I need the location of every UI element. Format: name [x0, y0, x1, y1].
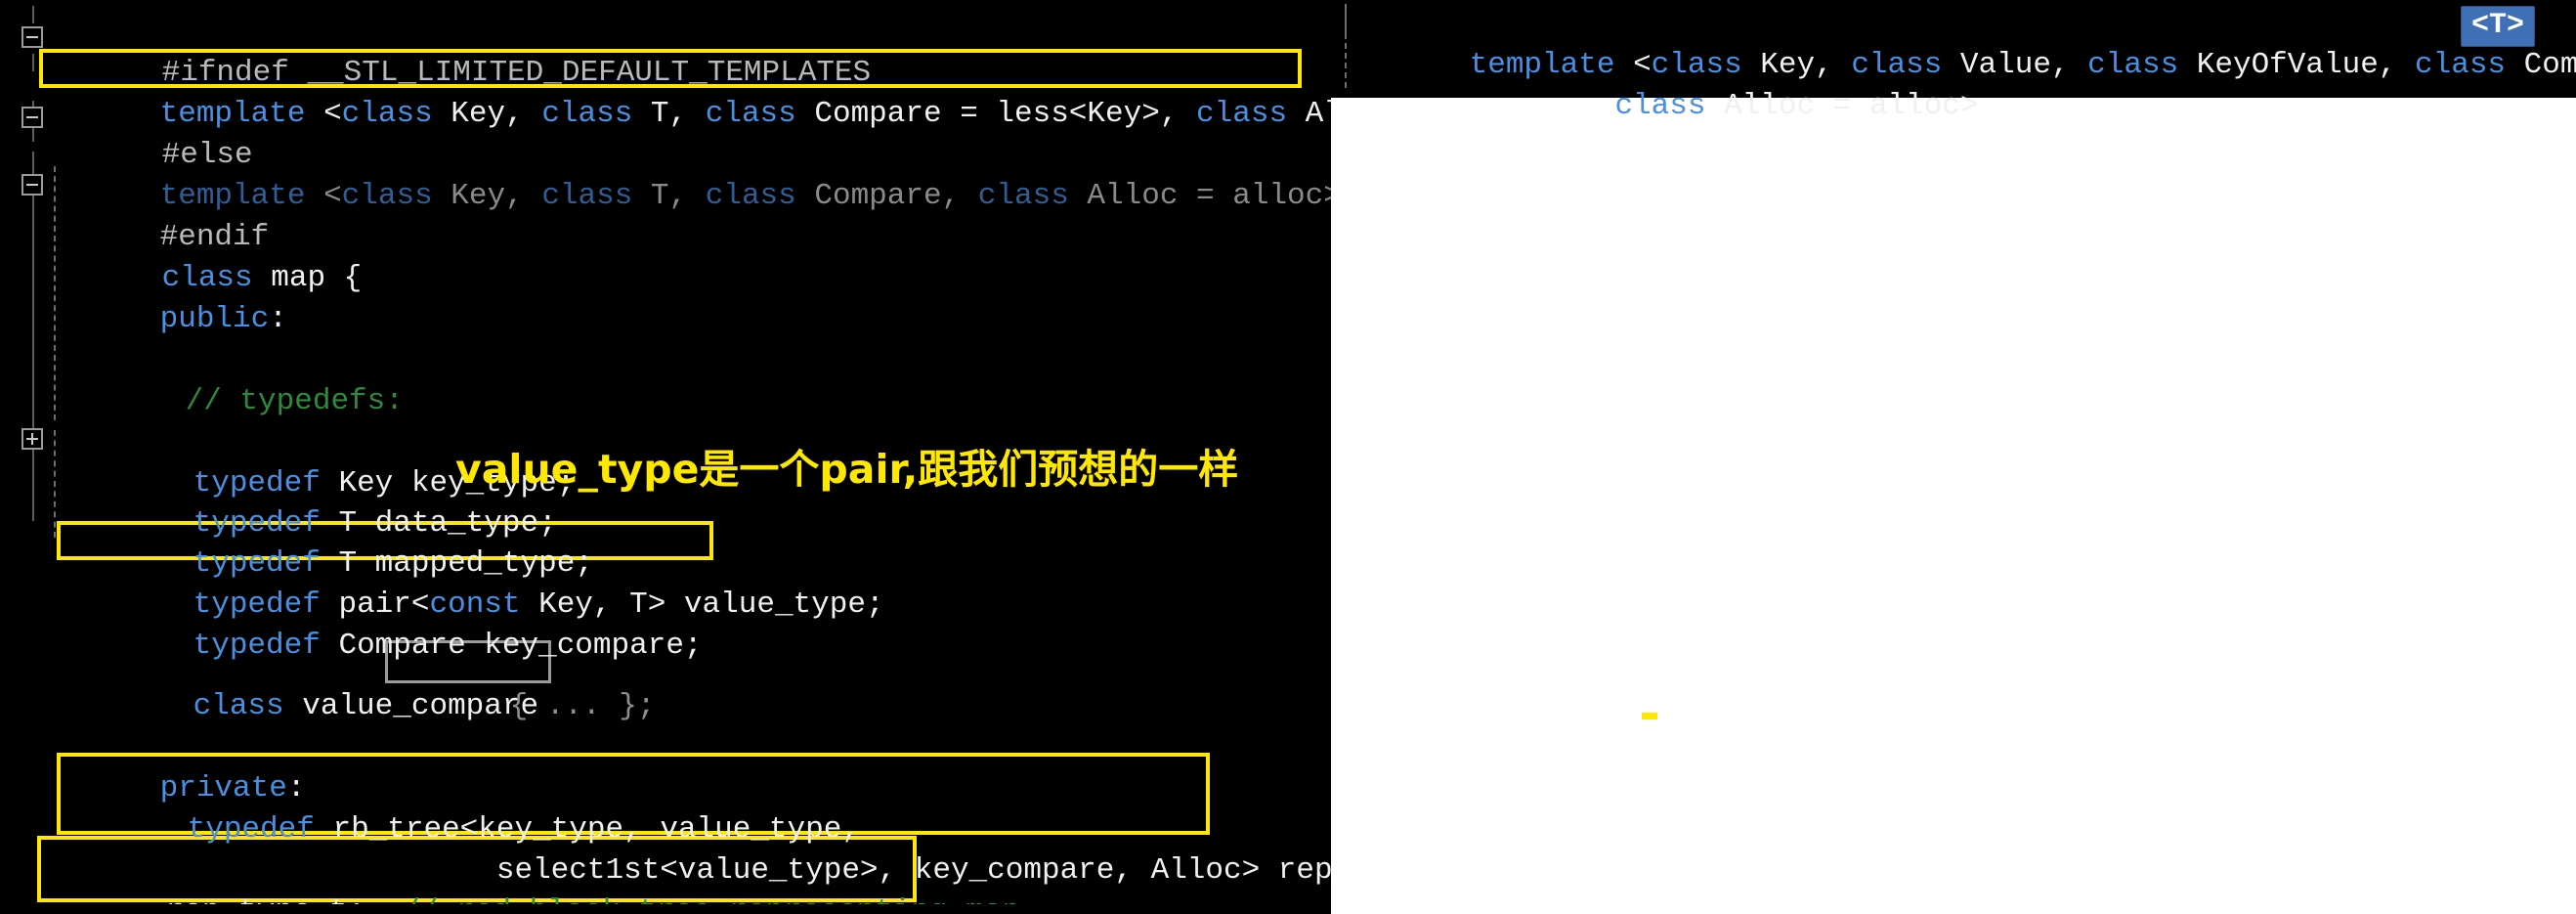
- screenshot-root: #ifndef __STL_LIMITED_DEFAULT_TEMPLATES …: [0, 0, 2576, 914]
- code-token: class: [2087, 48, 2179, 82]
- code-token: T,: [632, 179, 706, 213]
- code-editor-left-pane[interactable]: #ifndef __STL_LIMITED_DEFAULT_TEMPLATES …: [0, 0, 1331, 914]
- fold-toggle-class-map[interactable]: [21, 174, 43, 196]
- code-token: :: [269, 302, 287, 336]
- value-type-annotation: value_type是一个pair,跟我们预想的一样: [455, 446, 1239, 493]
- code-token: // typedefs:: [185, 384, 404, 418]
- code-token: Key,: [432, 97, 542, 131]
- template-param-badge[interactable]: <T>: [2461, 6, 2536, 47]
- code-token: KeyOfValue,: [2178, 48, 2416, 82]
- fold-toggle-ifndef[interactable]: [21, 26, 43, 48]
- code-token: Alloc = alloc>: [1705, 89, 1979, 123]
- code-token: Compare,: [2523, 48, 2576, 82]
- indent-guide-ifndef: [32, 54, 34, 71]
- code-token: class: [705, 97, 796, 131]
- code-token: class: [193, 689, 284, 723]
- code-token: <: [323, 97, 342, 131]
- code-token: class: [541, 179, 633, 213]
- code-token: class: [2415, 48, 2507, 82]
- code-token: class: [977, 179, 1069, 213]
- indent-guide-outer: [32, 6, 34, 23]
- right-code-line-alloc[interactable]: class Alloc = alloc>: [1360, 45, 1979, 168]
- code-token: Compare,: [795, 179, 978, 213]
- code-token: class: [1614, 89, 1706, 123]
- yellow-marker-dot: [1642, 713, 1657, 719]
- collapsed-body-text[interactable]: { ... };: [401, 645, 656, 768]
- indent-guide-members-dotted: [54, 430, 56, 538]
- right-indent-guide-dotted: [1345, 43, 1347, 88]
- code-token: Key,: [432, 179, 542, 213]
- fold-toggle-else[interactable]: [21, 107, 43, 128]
- code-token: class: [541, 97, 633, 131]
- code-token: Alloc = alloc>: [1305, 97, 1331, 131]
- code-token: Alloc = alloc>: [1068, 179, 1331, 213]
- right-indent-guide: [1345, 4, 1347, 39]
- code-token: class: [705, 179, 796, 213]
- code-token: <: [323, 179, 342, 213]
- code-token: { ... };: [509, 689, 656, 723]
- code-token: T,: [632, 97, 706, 131]
- code-token: public: [159, 302, 270, 336]
- code-token: class: [1196, 97, 1288, 131]
- indent-guide-class-body: [32, 152, 34, 521]
- code-token: class: [341, 179, 433, 213]
- fold-toggle-value-compare[interactable]: [21, 428, 43, 450]
- code-editor-right-pane[interactable]: template <class Key, class Value, class …: [1331, 0, 2576, 914]
- left-pane-bottom-strip: [0, 904, 1331, 914]
- fold-gutter[interactable]: [0, 0, 57, 914]
- code-token: Compare = less<Key>,: [795, 97, 1197, 131]
- code-token: class: [341, 97, 433, 131]
